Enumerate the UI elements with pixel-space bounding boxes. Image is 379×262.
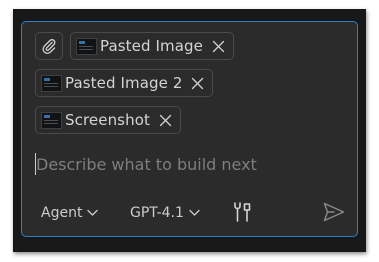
model-label: GPT-4.1 [130, 205, 184, 221]
image-thumbnail-icon [41, 111, 62, 129]
attachment-label: Pasted Image [100, 37, 203, 55]
mode-dropdown[interactable]: Agent [41, 200, 99, 226]
send-button[interactable] [323, 202, 345, 226]
close-icon [212, 40, 225, 52]
attachment-chip[interactable]: Screenshot [35, 106, 181, 134]
attachment-label: Pasted Image 2 [65, 74, 183, 92]
attachment-chip[interactable]: Pasted Image [70, 32, 234, 60]
configure-tools-button[interactable] [231, 201, 253, 227]
remove-attachment-button[interactable] [191, 77, 204, 90]
image-thumbnail-icon [76, 37, 97, 55]
send-icon [323, 202, 345, 222]
prompt-input[interactable]: Describe what to build next [35, 152, 257, 176]
chat-toolbar: Agent GPT-4.1 [35, 200, 347, 226]
chevron-down-icon [189, 209, 200, 216]
remove-attachment-button[interactable] [212, 40, 225, 53]
paperclip-icon [42, 39, 56, 54]
chevron-down-icon [87, 209, 99, 216]
attachment-chip[interactable]: Pasted Image 2 [35, 69, 214, 97]
remove-attachment-button[interactable] [159, 114, 172, 127]
attach-context-button[interactable] [35, 32, 63, 60]
model-dropdown[interactable]: GPT-4.1 [130, 200, 200, 226]
tools-icon [234, 202, 251, 222]
mode-label: Agent [41, 205, 83, 221]
close-icon [159, 114, 172, 126]
attachment-label: Screenshot [65, 111, 150, 129]
image-thumbnail-icon [41, 74, 62, 92]
chat-input-panel: Pasted Image Pasted Image 2 Screenshot D… [21, 21, 358, 237]
close-icon [192, 77, 204, 89]
prompt-placeholder: Describe what to build next [36, 154, 257, 174]
